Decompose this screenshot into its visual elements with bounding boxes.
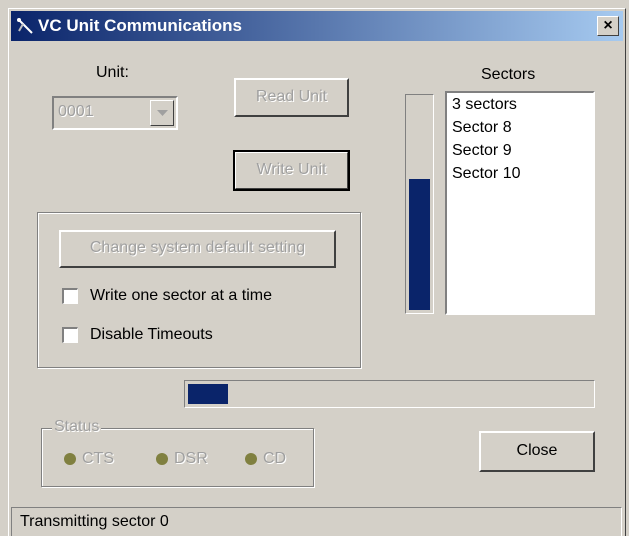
window-title: VC Unit Communications <box>38 16 243 35</box>
unit-select[interactable]: 0001 <box>52 96 178 130</box>
cts-indicator: CTS <box>64 450 114 468</box>
read-unit-button[interactable]: Read Unit <box>234 78 349 117</box>
dsr-label: DSR <box>174 450 208 467</box>
app-icon <box>15 16 35 36</box>
cd-indicator: CD <box>245 450 286 468</box>
disable-timeouts-checkbox[interactable]: Disable Timeouts <box>62 326 213 344</box>
unit-dropdown-button[interactable] <box>150 100 174 126</box>
list-item[interactable]: 3 sectors <box>447 93 593 116</box>
list-item[interactable]: Sector 9 <box>447 139 593 162</box>
transfer-progress-bar <box>184 380 595 408</box>
led-icon <box>156 453 168 465</box>
close-window-button[interactable]: × <box>597 16 619 36</box>
dsr-indicator: DSR <box>156 450 208 468</box>
status-group-title: Status <box>52 418 102 436</box>
write-unit-label: Write Unit <box>256 161 327 178</box>
cd-label: CD <box>263 450 287 467</box>
transfer-progress-fill <box>188 384 229 404</box>
list-item[interactable]: Sector 10 <box>447 162 593 185</box>
cts-label: CTS <box>82 450 114 467</box>
checkbox-box[interactable] <box>62 288 78 304</box>
change-default-label: Change system default setting <box>89 239 306 256</box>
sector-progress-fill <box>409 178 430 310</box>
read-unit-label: Read Unit <box>255 88 328 105</box>
unit-label: Unit: <box>96 64 129 81</box>
write-one-sector-checkbox[interactable]: Write one sector at a time <box>62 287 272 305</box>
led-icon <box>245 453 257 465</box>
sectors-listbox[interactable]: 3 sectors Sector 8 Sector 9 Sector 10 <box>445 91 595 315</box>
unit-select-value: 0001 <box>58 103 94 120</box>
write-one-sector-label: Write one sector at a time <box>90 287 272 304</box>
change-default-button[interactable]: Change system default setting <box>59 230 336 268</box>
sector-progress-bar <box>405 94 434 314</box>
status-bar-text: Transmitting sector 0 <box>20 513 169 530</box>
sectors-label: Sectors <box>481 66 536 83</box>
close-button-label: Close <box>516 442 558 459</box>
led-icon <box>64 453 76 465</box>
write-unit-button[interactable]: Write Unit <box>233 150 350 191</box>
title-bar[interactable]: VC Unit Communications × <box>11 11 623 41</box>
disable-timeouts-label: Disable Timeouts <box>90 326 213 343</box>
close-button[interactable]: Close <box>479 431 595 472</box>
checkbox-box[interactable] <box>62 327 78 343</box>
status-bar: Transmitting sector 0 <box>11 507 622 536</box>
dialog-window: VC Unit Communications × Unit: 0001 Read… <box>0 0 629 536</box>
list-item[interactable]: Sector 8 <box>447 116 593 139</box>
